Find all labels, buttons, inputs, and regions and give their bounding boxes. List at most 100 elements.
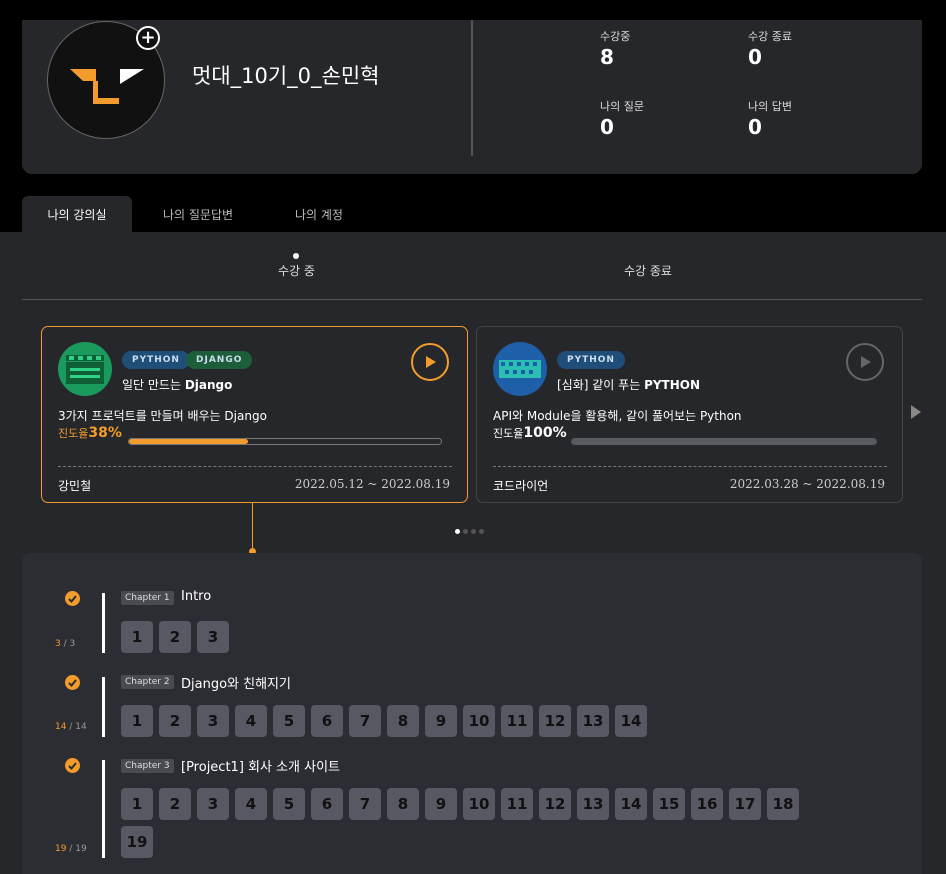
- course-title-bold: PYTHON: [644, 378, 701, 392]
- lesson-button[interactable]: 13: [577, 788, 609, 820]
- subtab-completed[interactable]: 수강 종료: [624, 262, 672, 279]
- lesson-button[interactable]: 2: [159, 705, 191, 737]
- progress-bar: [128, 438, 442, 445]
- lesson-button[interactable]: 3: [197, 621, 229, 653]
- subtab-label: 수강 중: [278, 264, 315, 278]
- lesson-button[interactable]: 15: [653, 788, 685, 820]
- lesson-button[interactable]: 1: [121, 788, 153, 820]
- lesson-button[interactable]: 10: [463, 705, 495, 737]
- course-title[interactable]: [심화] 같이 푸는 PYTHON: [557, 376, 700, 393]
- stat-label: 수강중: [600, 30, 631, 43]
- lesson-button[interactable]: 3: [197, 705, 229, 737]
- lesson-button[interactable]: 1: [121, 621, 153, 653]
- lesson-button[interactable]: 1: [121, 705, 153, 737]
- lesson-button[interactable]: 2: [159, 621, 191, 653]
- chapter-progress-count: 19 / 19: [55, 844, 87, 854]
- chapter-progress-count: 3 / 3: [55, 639, 76, 649]
- stat-questions: 나의 질문 0: [600, 98, 644, 139]
- lesson-button[interactable]: 5: [273, 788, 305, 820]
- progress-percent: 38%: [88, 425, 122, 441]
- lesson-button[interactable]: 7: [349, 788, 381, 820]
- chapter-tag: Chapter 3: [121, 759, 174, 773]
- lesson-button[interactable]: 3: [197, 788, 229, 820]
- course-title-prefix: 일단 만드는: [122, 378, 185, 392]
- chapters-panel: 3 / 3 Chapter 1 Intro 1 2 3 14 / 14 Chap…: [22, 553, 922, 874]
- lesson-list: 1 2 3: [121, 621, 821, 653]
- lesson-button[interactable]: 12: [539, 788, 571, 820]
- card-connector-line: [252, 503, 253, 550]
- lesson-button[interactable]: 14: [615, 705, 647, 737]
- stat-answers: 나의 답변 0: [748, 98, 792, 139]
- progress-bar-fill: [129, 439, 248, 444]
- lesson-button[interactable]: 12: [539, 705, 571, 737]
- lesson-button[interactable]: 19: [121, 826, 153, 858]
- lesson-button[interactable]: 6: [311, 788, 343, 820]
- lesson-list: 1 2 3 4 5 6 7 8 9 10 11 12 13 14 15 16 1…: [121, 788, 821, 858]
- lesson-button[interactable]: 16: [691, 788, 723, 820]
- pager-dot[interactable]: [455, 529, 460, 534]
- stat-value: 0: [748, 45, 762, 69]
- progress-percent: 100%: [523, 425, 567, 441]
- stat-value: 0: [600, 115, 614, 139]
- lesson-button[interactable]: 2: [159, 788, 191, 820]
- lesson-list: 1 2 3 4 5 6 7 8 9 10 11 12 13 14: [121, 705, 821, 737]
- course-title-prefix: [심화] 같이 푸는: [557, 378, 645, 392]
- lesson-button[interactable]: 17: [729, 788, 761, 820]
- chapter-title: Intro: [181, 589, 212, 604]
- carousel-pager: [455, 529, 484, 534]
- tab-my-qna[interactable]: 나의 질문답변: [143, 196, 253, 232]
- lesson-button[interactable]: 8: [387, 788, 419, 820]
- course-card[interactable]: PYTHON [심화] 같이 푸는 PYTHON API와 Module을 활용…: [476, 326, 903, 503]
- chapter-tag: Chapter 2: [121, 675, 174, 689]
- pager-dot[interactable]: [479, 529, 484, 534]
- lesson-button[interactable]: 4: [235, 788, 267, 820]
- tag-python: PYTHON: [557, 351, 625, 369]
- lesson-button[interactable]: 11: [501, 788, 533, 820]
- chapter-progress-count: 14 / 14: [55, 722, 87, 732]
- lesson-button[interactable]: 4: [235, 705, 267, 737]
- check-circle-icon: [65, 675, 80, 690]
- tab-my-account[interactable]: 나의 계정: [264, 196, 374, 232]
- card-divider: [58, 466, 452, 467]
- lesson-button[interactable]: 6: [311, 705, 343, 737]
- course-card[interactable]: PYTHON DJANGO 일단 만드는 Django 3가지 프로덕트를 만들…: [41, 326, 468, 503]
- add-photo-icon[interactable]: +: [136, 26, 160, 50]
- count-done: 19: [55, 844, 67, 854]
- python-thumbnail-icon: [493, 342, 547, 396]
- chapter-timeline: [102, 677, 105, 737]
- count-total: 19: [75, 844, 87, 854]
- chapter-timeline: [102, 593, 105, 653]
- tab-my-classroom[interactable]: 나의 강의실: [22, 196, 132, 232]
- card-divider: [493, 466, 887, 467]
- progress-bar-fill: [572, 439, 876, 444]
- lesson-button[interactable]: 8: [387, 705, 419, 737]
- lesson-button[interactable]: 11: [501, 705, 533, 737]
- lesson-button[interactable]: 13: [577, 705, 609, 737]
- count-done: 3: [55, 639, 61, 649]
- lesson-button[interactable]: 9: [425, 788, 457, 820]
- lesson-button[interactable]: 10: [463, 788, 495, 820]
- subtab-in-progress[interactable]: 수강 중: [278, 253, 315, 279]
- subtab-label: 수강 종료: [624, 264, 672, 278]
- course-period: 2022.03.28 ~ 2022.08.19: [729, 477, 885, 491]
- stat-label: 수강 종료: [748, 30, 792, 43]
- progress-label-text: 진도율: [58, 427, 89, 440]
- pager-dot[interactable]: [471, 529, 476, 534]
- stat-value: 8: [600, 45, 614, 69]
- lesson-button[interactable]: 18: [767, 788, 799, 820]
- lesson-button[interactable]: 7: [349, 705, 381, 737]
- main-tabs: 나의 강의실 나의 질문답변 나의 계정: [22, 196, 385, 232]
- django-thumbnail-icon: [58, 342, 112, 396]
- progress-label: 진도율100%: [493, 425, 567, 441]
- progress-label: 진도율38%: [58, 425, 122, 441]
- course-period: 2022.05.12 ~ 2022.08.19: [294, 477, 450, 491]
- next-arrow-icon[interactable]: [911, 405, 921, 419]
- course-title[interactable]: 일단 만드는 Django: [122, 376, 232, 393]
- lesson-button[interactable]: 14: [615, 788, 647, 820]
- lesson-button[interactable]: 9: [425, 705, 457, 737]
- play-button[interactable]: [846, 343, 884, 381]
- course-status-tabs: 수강 중 수강 종료: [22, 250, 922, 300]
- lesson-button[interactable]: 5: [273, 705, 305, 737]
- pager-dot[interactable]: [463, 529, 468, 534]
- play-button[interactable]: [411, 343, 449, 381]
